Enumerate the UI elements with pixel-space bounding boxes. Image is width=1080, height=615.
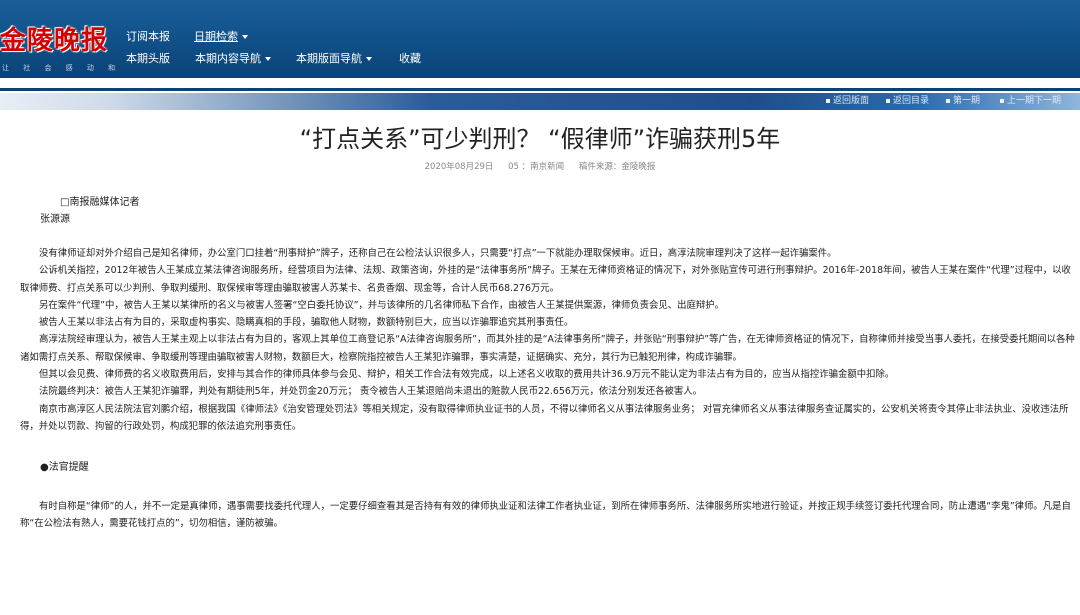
article-meta: 2020年08月29日 05 ：南京新闻 稿件来源：金陵晚报 [0,160,1080,174]
article-paragraph: 但其以会见费、律师费的名义收取费用后，安排与其合作的律师具体参与会见、辩护，相关… [39,369,895,381]
section-heading: ●法官提醒 [40,462,89,473]
layout-nav-label: 本期版面导航 [296,52,362,65]
byline-reporter-name: 张源源 [40,214,70,225]
article-title: “打点关系”可少判刑？ “假律师”诈骗获刑5年 [299,125,781,153]
header-divider [0,88,1080,91]
date-search-label: 日期检索 [194,30,238,43]
page-navigation: 返回版面 返回目录 第一期 上一期下一期 [820,93,1080,110]
date-search-dropdown[interactable]: 日期检索 [194,28,248,46]
bullet-icon [1000,98,1004,103]
byline-reporter-label: □南报融媒体记者 [60,197,140,208]
content-nav-dropdown[interactable]: 本期内容导航 [195,50,271,68]
article-paragraph: 公诉机关指控，2012年被告人王某成立某法律咨询服务所，经营项目为法律、法规、政… [20,265,1071,294]
article-closing: 有时自称是“律师”的人，并不一定是真律师，遇事需要找委托代理人，一定要仔细查看其… [20,498,1080,533]
article-paragraph: 南京市高淳区人民法院法官刘鹏介绍，根据我国《律师法》《治安管理处罚法》等相关规定… [20,403,1069,432]
first-issue-link[interactable]: 第一期 [946,93,980,110]
article-body: 没有律师证却对外介绍自己是知名律师，办公室门口挂着“刑事辩护”牌子，还称自己在公… [20,245,1080,435]
bullet-icon [826,98,830,103]
article-paragraph: 没有律师证却对外介绍自己是知名律师，办公室门口挂着“刑事辩护”牌子，还称自己在公… [39,248,837,259]
back-to-page-link[interactable]: 返回版面 [826,93,869,110]
newspaper-logo[interactable]: 金陵晚报 让 社 会 感 动 和 美 丽 [0,25,120,73]
favorite-link[interactable]: 收藏 [399,50,421,68]
article-date: 2020年08月29日 [424,162,494,172]
article-page: 05 ：南京新闻 [508,162,565,172]
subscribe-link[interactable]: 订阅本报 [126,28,170,46]
masthead: 金陵晚报 让 社 会 感 动 和 美 丽 订阅本报 日期检索 本期头版 本期内容… [0,0,1080,78]
content-nav-label: 本期内容导航 [195,52,261,65]
article-source: 稿件来源：金陵晚报 [578,162,656,172]
article-paragraph: 有时自称是“律师”的人，并不一定是真律师，遇事需要找委托代理人，一定要仔细查看其… [20,501,1071,530]
logo-slogan: 让 社 会 感 动 和 美 丽 [2,64,118,72]
bullet-icon [886,98,890,103]
chevron-down-icon [265,57,271,61]
article-paragraph: 高淳法院经审理认为，被告人王某主观上以非法占有为目的，客观上其单位工商登记系“A… [20,334,1075,363]
chevron-down-icon [242,35,248,39]
article-paragraph: 被告人王某以非法占有为目的，采取虚构事实、隐瞒真相的手段，骗取他人财物，数额特别… [39,317,574,329]
logo-text: 金陵晚报 [0,26,109,56]
article-paragraph: 法院最终判决：被告人王某犯诈骗罪，判处有期徒刑5年，并处罚金20万元； 责令被告… [39,386,703,398]
article-paragraph: 另在案件“代理”中，被告人王某以某律所的名义与被害人签署“空白委托协议”，并与该… [39,299,725,311]
layout-nav-dropdown[interactable]: 本期版面导航 [296,50,372,68]
chevron-down-icon [366,57,372,61]
bullet-icon [946,98,950,103]
back-to-toc-link[interactable]: 返回目录 [886,93,929,110]
prev-next-issue-link[interactable]: 上一期下一期 [1000,93,1061,110]
front-page-link[interactable]: 本期头版 [126,50,170,68]
